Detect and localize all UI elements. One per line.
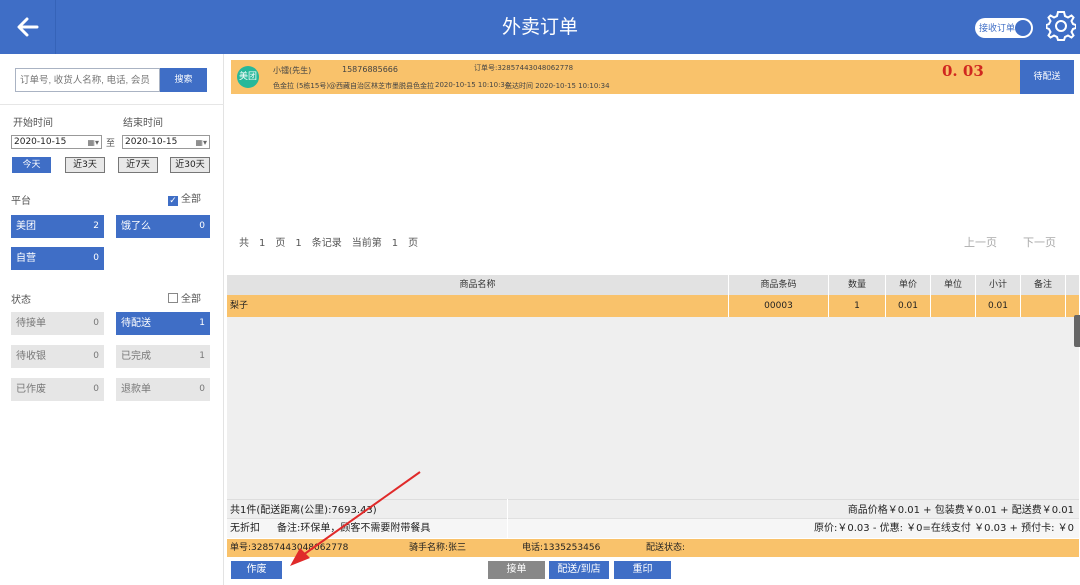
info-rider-name: 骑手名称:张三 (409, 543, 467, 553)
quick-range-today[interactable]: 今天 (12, 157, 51, 173)
tile-count: 1 (199, 351, 205, 361)
status-tile-pending-accept[interactable]: 待接单 0 (11, 312, 104, 335)
tile-label: 饿了么 (121, 221, 151, 232)
meituan-logo: 美团 (237, 66, 259, 88)
cell-product-name: 梨子 (227, 295, 729, 317)
end-date-picker[interactable]: 2020-10-15 ▦▾ (122, 135, 210, 149)
tile-label: 已完成 (121, 351, 151, 362)
cell-subtotal: 0.01 (976, 295, 1021, 317)
status-tile-pending-checkout[interactable]: 待收银 0 (11, 345, 104, 368)
order-number: 订单号:32857443048062778 (474, 64, 574, 72)
discount-text: 无折扣 (230, 523, 260, 534)
start-date-value: 2020-10-15 (14, 137, 67, 147)
end-time-label: 结束时间 (123, 118, 163, 129)
start-date-picker[interactable]: 2020-10-15 ▦▾ (11, 135, 102, 149)
tile-count: 2 (93, 221, 99, 231)
status-section-label: 状态 (11, 295, 31, 306)
info-order-number: 单号:32857443048062778 (230, 543, 349, 553)
column-header: 数量 (829, 275, 886, 295)
status-all-checkbox[interactable]: 全部 (168, 290, 201, 305)
next-page-button[interactable]: 下一页 (1023, 234, 1056, 250)
cell-note (1021, 295, 1066, 317)
info-rider-phone: 电话:1335253456 (522, 543, 601, 553)
toggle-knob (1015, 20, 1031, 36)
tile-count: 1 (199, 318, 205, 328)
calendar-dropdown-icon: ▦▾ (195, 138, 207, 147)
tile-label: 待接单 (16, 318, 46, 329)
order-phone: 15876885666 (342, 65, 398, 74)
platform-tile-self-operated[interactable]: 自营 0 (11, 247, 104, 270)
table-empty-area (227, 317, 1079, 499)
order-time: 2020-10-15 10:10:34 (435, 81, 510, 89)
column-header: 商品名称 (227, 275, 729, 295)
column-header: 单价 (886, 275, 931, 295)
status-tile-pending-delivery[interactable]: 待配送 1 (116, 312, 210, 335)
order-status-button[interactable]: 待配送 (1020, 60, 1074, 94)
order-address: 色金拉 (5栋15号)@西藏自治区林芝市墨脱县色金拉 (273, 82, 435, 90)
search-button[interactable]: 搜索 (160, 68, 207, 92)
platform-section-label: 平台 (11, 196, 31, 207)
divider (0, 104, 224, 105)
date-separator: 至 (106, 139, 116, 149)
tile-label: 美团 (16, 221, 36, 232)
tile-label: 自营 (16, 253, 36, 264)
payment-summary: 原价:￥0.03 - 优惠: ￥0=在线支付 ￥0.03 + 预付卡: ￥0 (814, 523, 1074, 534)
accept-order-button[interactable]: 接单 (488, 561, 545, 579)
tile-label: 退款单 (121, 384, 151, 395)
tile-count: 0 (93, 351, 99, 361)
status-tile-completed[interactable]: 已完成 1 (116, 345, 210, 368)
summary-divider (507, 499, 508, 538)
status-tile-voided[interactable]: 已作废 0 (11, 378, 104, 401)
end-date-value: 2020-10-15 (125, 137, 178, 147)
cell-barcode: 00003 (729, 295, 829, 317)
tile-label: 待收银 (16, 351, 46, 362)
tile-label: 待配送 (121, 318, 151, 329)
toggle-label: 接收订单 (979, 24, 1016, 34)
checkmark-icon: ✓ (168, 196, 178, 206)
tile-count: 0 (199, 221, 205, 231)
back-arrow-icon (17, 17, 38, 37)
quick-range-30-days[interactable]: 近30天 (170, 157, 210, 173)
platform-all-label: 全部 (181, 194, 201, 205)
calendar-dropdown-icon: ▦▾ (87, 138, 99, 147)
checkbox-icon (168, 293, 178, 303)
platform-all-checkbox[interactable]: ✓ 全部 (168, 190, 201, 206)
platform-tile-eleme[interactable]: 饿了么 0 (116, 215, 210, 238)
prev-page-button[interactable]: 上一页 (964, 234, 997, 250)
column-header: 备注 (1021, 275, 1066, 295)
order-amount: 0. 03 (942, 62, 984, 80)
top-bar (0, 0, 1080, 54)
info-delivery-status: 配送状态: (646, 543, 686, 553)
cell-unit-price: 0.01 (886, 295, 931, 317)
order-customer: 小镭(先生) (273, 66, 312, 75)
quick-range-3-days[interactable]: 近3天 (65, 157, 105, 173)
void-button[interactable]: 作废 (231, 561, 282, 579)
pager-summary: 共 1 页 1 条记录 当前第 1 页 (239, 238, 419, 249)
status-all-label: 全部 (181, 294, 201, 305)
receive-orders-toggle[interactable]: 接收订单 (975, 18, 1033, 38)
side-scroll-handle[interactable] (1074, 315, 1080, 347)
column-header: 单位 (931, 275, 976, 295)
deliver-button[interactable]: 配送/到店 (549, 561, 609, 579)
tile-label: 已作废 (16, 384, 46, 395)
search-input[interactable] (15, 68, 160, 92)
order-delivery-time: 送达时间 2020-10-15 10:10:34 (505, 82, 610, 90)
tile-count: 0 (93, 253, 99, 263)
start-time-label: 开始时间 (13, 118, 53, 129)
back-button[interactable] (0, 0, 56, 54)
column-header: 商品条码 (729, 275, 829, 295)
cell-unit (931, 295, 976, 317)
platform-tile-meituan[interactable]: 美团 2 (11, 215, 104, 238)
quick-range-7-days[interactable]: 近7天 (118, 157, 158, 173)
settings-button[interactable] (1045, 10, 1077, 42)
cell-quantity: 1 (829, 295, 886, 317)
tile-count: 0 (199, 384, 205, 394)
order-remark: 备注:环保单，顾客不需要附带餐具 (277, 523, 431, 534)
gear-icon (1045, 11, 1077, 41)
column-header: 小计 (976, 275, 1021, 295)
tile-count: 0 (93, 318, 99, 328)
tile-count: 0 (93, 384, 99, 394)
status-tile-refund[interactable]: 退款单 0 (116, 378, 210, 401)
reprint-button[interactable]: 重印 (614, 561, 671, 579)
